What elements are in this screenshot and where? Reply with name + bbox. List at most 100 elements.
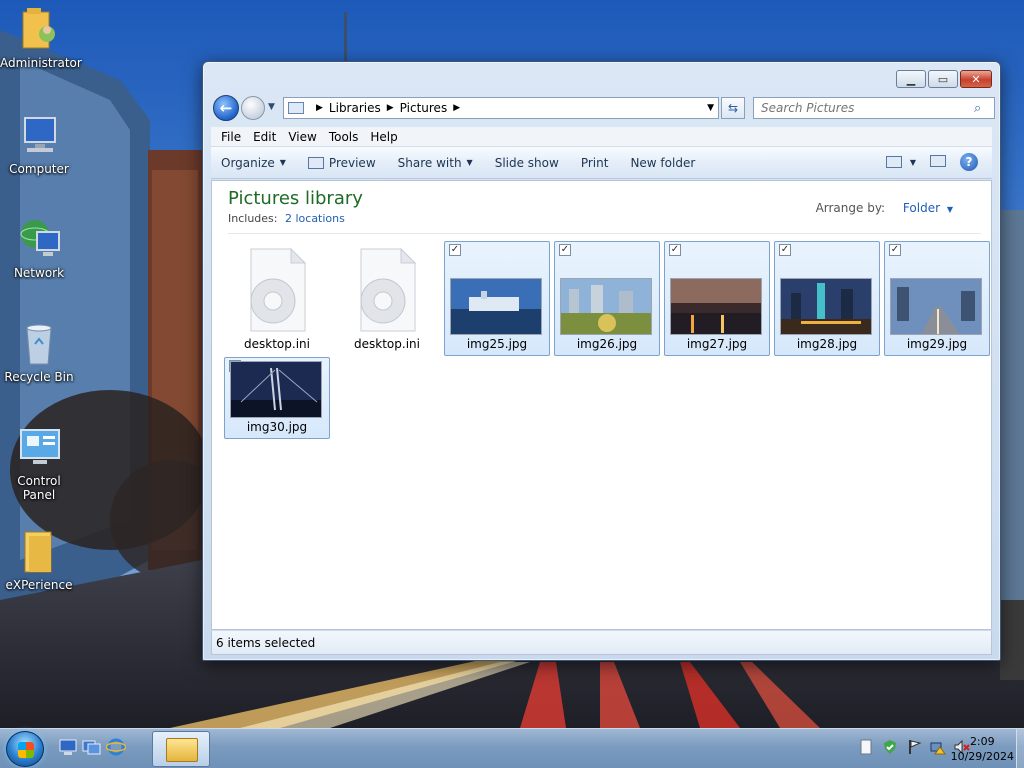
folder-icon [15, 528, 63, 576]
selection-checkbox[interactable]: ✓ [669, 244, 681, 256]
maximize-button[interactable]: ▭ [928, 70, 958, 88]
menu-edit[interactable]: Edit [253, 130, 276, 144]
breadcrumb-arrow-icon[interactable]: ▶ [387, 103, 394, 113]
share-with-button[interactable]: Share with ▼ [398, 156, 473, 170]
recent-pages-dropdown[interactable]: ▼ [268, 102, 275, 112]
document-tray-icon[interactable] [858, 739, 874, 755]
address-dropdown-icon[interactable]: ▼ [707, 103, 714, 113]
file-tile[interactable]: ✓ img30.jpg [224, 357, 330, 439]
refresh-icon: ⇆ [727, 101, 739, 115]
library-icon [288, 102, 304, 114]
preview-button[interactable]: Preview [307, 156, 376, 170]
menu-help[interactable]: Help [370, 130, 397, 144]
address-bar[interactable]: ▶ Libraries ▶ Pictures ▶ ▼ [283, 97, 719, 119]
close-button[interactable]: ✕ [960, 70, 992, 88]
refresh-button[interactable]: ⇆ [721, 97, 745, 119]
breadcrumb-arrow-icon[interactable]: ▶ [316, 103, 323, 113]
desktop-icon-administrator[interactable]: Administrator [0, 6, 82, 70]
locations-link[interactable]: 2 locations [285, 212, 345, 225]
action-center-flag-icon[interactable] [906, 739, 922, 755]
file-tile[interactable]: ✓ img29.jpg [884, 241, 990, 356]
desktop-icon-label: Control Panel [17, 474, 61, 502]
search-input[interactable] [754, 98, 974, 118]
selection-checkbox[interactable]: ✓ [889, 244, 901, 256]
desktop-icon-recycle-bin[interactable]: Recycle Bin [0, 320, 78, 384]
slide-show-button[interactable]: Slide show [495, 156, 559, 170]
slide-show-label: Slide show [494, 155, 559, 170]
back-button[interactable]: ← [213, 95, 239, 121]
desktop-icon-label: eXPerience [5, 578, 73, 592]
selection-checkbox[interactable]: ✓ [449, 244, 461, 256]
chevron-down-icon: ▼ [466, 158, 473, 167]
selection-checkbox[interactable]: ✓ [779, 244, 791, 256]
file-tile[interactable]: ✓ img27.jpg [664, 241, 770, 356]
print-button[interactable]: Print [581, 156, 609, 170]
desktop-icon-experience[interactable]: eXPerience [0, 528, 78, 592]
file-tile[interactable]: desktop.ini [224, 241, 330, 356]
image-thumbnail [890, 278, 982, 335]
network-globe-icon [15, 216, 63, 264]
breadcrumb-arrow-icon[interactable]: ▶ [453, 103, 460, 113]
menu-file[interactable]: File [221, 130, 241, 144]
taskbar-explorer-button[interactable] [152, 731, 210, 767]
arrange-dropdown[interactable]: Folder ▼ [889, 201, 953, 215]
view-icon [885, 156, 902, 168]
start-button[interactable] [6, 731, 44, 767]
preview-pane-icon [930, 154, 946, 167]
status-text: 6 items selected [216, 636, 316, 650]
selection-checkbox[interactable]: ✓ [559, 244, 571, 256]
file-tile[interactable]: desktop.ini [334, 241, 440, 356]
breadcrumb-libraries[interactable]: Libraries [329, 101, 381, 115]
includes-label: Includes: [228, 212, 278, 225]
desktop-icon-label: Network [13, 266, 65, 280]
chevron-down-icon: ▼ [279, 158, 286, 167]
clock-time: 2:09 [969, 735, 995, 748]
file-tile[interactable]: ✓ img25.jpg [444, 241, 550, 356]
security-shield-icon[interactable] [882, 739, 898, 755]
desktop-icon-label: Computer [9, 162, 69, 176]
computer-icon [15, 112, 63, 160]
organize-label: Organize [221, 155, 275, 170]
arrange-value: Folder [902, 201, 941, 215]
desktop-icon-computer[interactable]: Computer [0, 112, 78, 176]
new-folder-button[interactable]: New folder [630, 156, 695, 170]
file-view: Pictures library Includes: 2 locations A… [211, 180, 992, 630]
breadcrumb-pictures[interactable]: Pictures [400, 101, 448, 115]
file-name: img28.jpg [796, 337, 858, 351]
change-view-button[interactable]: ▼ [885, 156, 916, 168]
minimize-button[interactable]: ▁ [896, 70, 926, 88]
file-name: img25.jpg [466, 337, 528, 351]
control-panel-icon [15, 424, 63, 472]
command-bar: Organize ▼ Preview Share with ▼ Slide sh… [211, 147, 992, 179]
file-name: img30.jpg [246, 420, 308, 434]
chevron-down-icon: ▼ [909, 157, 916, 167]
search-icon[interactable]: ⌕ [974, 101, 990, 116]
desktop-icon-label: Administrator [0, 56, 82, 70]
navigation-bar: ← ▼ ▶ Libraries ▶ Pictures ▶ ▼ ⇆ ⌕ [211, 94, 995, 124]
clock-date: 10/29/2024 [950, 750, 1014, 763]
file-name: img26.jpg [576, 337, 638, 351]
preview-pane-button[interactable] [930, 154, 946, 170]
menu-view[interactable]: View [288, 130, 316, 144]
user-folder-icon [15, 6, 63, 54]
file-tile[interactable]: ✓ img28.jpg [774, 241, 880, 356]
help-icon: ? [965, 155, 973, 169]
caption-buttons: ▁ ▭ ✕ [896, 70, 992, 88]
taskbar: 2:09 10/29/2024 [0, 728, 1024, 768]
internet-explorer-icon[interactable] [106, 738, 126, 756]
forward-button[interactable] [241, 96, 265, 120]
organize-button[interactable]: Organize ▼ [221, 156, 286, 170]
show-desktop-quicklaunch-icon[interactable] [58, 738, 78, 756]
image-thumbnail [670, 278, 762, 335]
system-clock[interactable]: 2:09 10/29/2024 [951, 734, 1014, 764]
show-desktop-button[interactable] [1016, 729, 1024, 768]
desktop-icon-network[interactable]: Network [0, 216, 78, 280]
switch-windows-icon[interactable] [82, 738, 102, 756]
menu-tools[interactable]: Tools [329, 130, 359, 144]
help-button[interactable]: ? [960, 153, 978, 171]
network-warning-icon[interactable] [930, 739, 946, 755]
file-tile[interactable]: ✓ img26.jpg [554, 241, 660, 356]
chevron-down-icon: ▼ [946, 205, 953, 214]
desktop-icon-control-panel[interactable]: Control Panel [0, 424, 78, 502]
status-bar: 6 items selected [211, 631, 992, 655]
